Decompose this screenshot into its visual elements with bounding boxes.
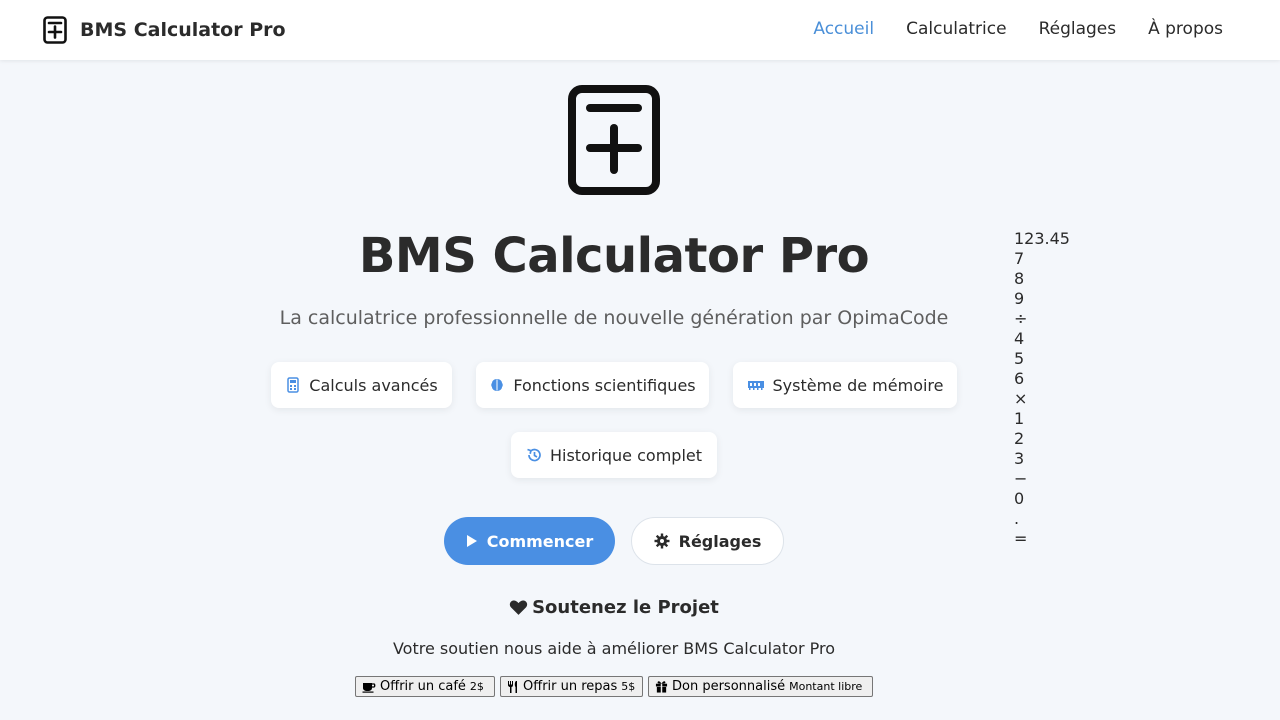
calc-key[interactable]: ÷ — [1014, 309, 1070, 329]
donate-coffee-label: Offrir un café — [380, 679, 466, 694]
calc-key[interactable]: 1 — [1014, 409, 1070, 429]
calculator-icon — [287, 377, 300, 393]
heart-icon — [509, 600, 528, 615]
calc-key[interactable]: × — [1014, 389, 1070, 409]
feature-label: Historique complet — [549, 445, 702, 465]
calc-key[interactable]: . — [1014, 509, 1070, 529]
donate-meal-amount: 5$ — [621, 680, 636, 693]
nav-a-propos[interactable]: À propos — [1148, 19, 1223, 39]
feature-calculs-avances: Calculs avancés — [271, 362, 452, 408]
memory-icon — [747, 381, 764, 390]
calc-key[interactable]: 4 — [1014, 329, 1070, 349]
support-title-text: Soutenez le Projet — [532, 597, 719, 618]
feature-fonctions-scientifiques: Fonctions scientifiques — [476, 362, 709, 408]
support-text: Votre soutien nous aide à améliorer BMS … — [392, 639, 836, 658]
feature-label: Calculs avancés — [309, 375, 438, 395]
calc-key[interactable]: = — [1014, 529, 1070, 549]
feature-systeme-memoire: Système de mémoire — [733, 362, 957, 408]
donate-custom-amount: Montant libre — [789, 680, 863, 693]
support-title: Soutenez le Projet — [0, 597, 1228, 618]
feature-historique-complet: Historique complet — [511, 432, 717, 478]
calculator-preview: 123.45 7 8 9 ÷ 4 5 6 × 1 2 3 − 0 . = — [1014, 229, 1070, 549]
calc-key[interactable]: 9 — [1014, 289, 1070, 309]
donate-meal-button[interactable]: Offrir un repas 5$ — [500, 676, 643, 697]
start-button-label: Commencer — [486, 531, 594, 551]
calc-key[interactable]: 8 — [1014, 269, 1070, 289]
calc-key[interactable]: 2 — [1014, 429, 1070, 449]
calc-key[interactable]: 7 — [1014, 249, 1070, 269]
nav-calculatrice[interactable]: Calculatrice — [906, 19, 1006, 39]
gear-icon — [654, 533, 670, 549]
settings-button[interactable]: Réglages — [631, 517, 784, 565]
donate-coffee-amount: 2$ — [469, 680, 484, 693]
donate-custom-label: Don personnalisé — [672, 679, 786, 694]
settings-button-label: Réglages — [678, 531, 762, 551]
nav-reglages[interactable]: Réglages — [1039, 19, 1117, 39]
brand-title: BMS Calculator Pro — [80, 19, 286, 41]
donate-custom-button[interactable]: Don personnalisé Montant libre — [648, 676, 873, 697]
calc-key[interactable]: − — [1014, 469, 1070, 489]
calc-key[interactable]: 6 — [1014, 369, 1070, 389]
main-nav: Accueil Calculatrice Réglages À propos — [813, 19, 1223, 39]
brain-icon — [491, 379, 504, 391]
utensils-icon — [508, 680, 517, 693]
feature-label: Système de mémoire — [772, 375, 944, 395]
gift-icon — [655, 681, 668, 693]
donate-meal-label: Offrir un repas — [523, 679, 618, 694]
start-button[interactable]: Commencer — [444, 517, 615, 565]
calculator-logo-icon — [43, 16, 67, 44]
play-icon — [466, 535, 477, 547]
history-icon — [527, 448, 541, 462]
calc-key[interactable]: 5 — [1014, 349, 1070, 369]
donate-coffee-button[interactable]: Offrir un café 2$ — [355, 676, 495, 697]
calc-key[interactable]: 3 — [1014, 449, 1070, 469]
top-header: BMS Calculator Pro Accueil Calculatrice … — [0, 0, 1280, 60]
calculator-hero-icon — [568, 85, 660, 195]
feature-label: Fonctions scientifiques — [513, 375, 696, 395]
brand[interactable]: BMS Calculator Pro — [43, 16, 286, 44]
calc-key[interactable]: 0 — [1014, 489, 1070, 509]
calculator-display: 123.45 — [1014, 229, 1070, 248]
coffee-icon — [362, 682, 376, 693]
nav-accueil[interactable]: Accueil — [813, 19, 874, 39]
